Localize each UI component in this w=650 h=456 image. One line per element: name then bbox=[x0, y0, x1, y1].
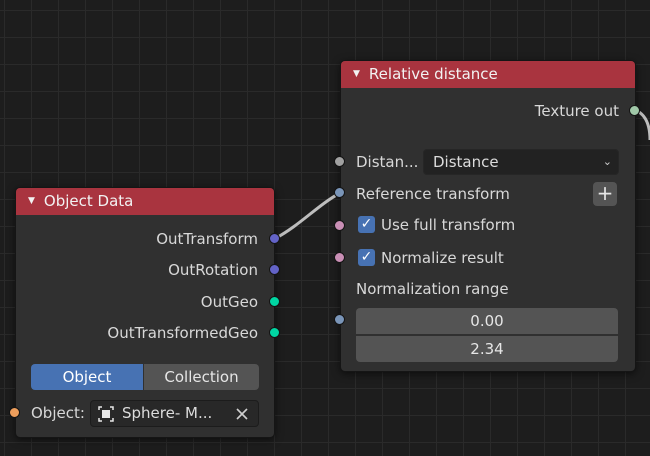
relative-distance-header[interactable]: ▼ Relative distance bbox=[341, 61, 635, 88]
normalization-range-label: Normalization range bbox=[356, 280, 509, 298]
use-full-transform-label: Use full transform bbox=[381, 216, 516, 234]
out-transformed-geo-socket[interactable] bbox=[269, 327, 280, 338]
collapse-arrow-icon[interactable]: ▼ bbox=[28, 188, 35, 215]
distance-select[interactable]: Distance ⌄ bbox=[423, 149, 619, 175]
object-data-header[interactable]: ▼ Object Data bbox=[16, 188, 274, 215]
plus-icon: + bbox=[596, 181, 614, 205]
normalize-result-checkbox[interactable]: ✓ bbox=[358, 249, 375, 266]
relative-distance-title: Relative distance bbox=[368, 65, 498, 83]
object-icon bbox=[98, 406, 114, 422]
normalize-result-label: Normalize result bbox=[381, 249, 504, 267]
checkmark-icon: ✓ bbox=[360, 216, 373, 232]
object-data-title: Object Data bbox=[43, 192, 134, 210]
object-field-value: Sphere- M... bbox=[122, 404, 213, 422]
reference-transform-socket[interactable] bbox=[334, 187, 345, 198]
reference-transform-label: Reference transform bbox=[356, 185, 510, 203]
distance-select-value: Distance bbox=[433, 153, 499, 171]
distance-socket[interactable] bbox=[334, 156, 345, 167]
out-transform-socket[interactable] bbox=[269, 233, 280, 244]
out-rotation-socket[interactable] bbox=[269, 264, 280, 275]
chevron-down-icon: ⌄ bbox=[602, 155, 612, 168]
out-transform-label: OutTransform bbox=[156, 230, 258, 248]
add-reference-button[interactable]: + bbox=[593, 182, 617, 206]
normalization-range-socket[interactable] bbox=[334, 314, 345, 325]
object-label: Object: bbox=[31, 404, 85, 422]
tab-collection[interactable]: Collection bbox=[144, 364, 259, 390]
relative-distance-node[interactable]: ▼ Relative distance Texture out Distan..… bbox=[340, 60, 636, 372]
out-transformed-geo-label: OutTransformedGeo bbox=[107, 324, 258, 342]
out-geo-label: OutGeo bbox=[200, 293, 258, 311]
checkmark-icon: ✓ bbox=[360, 249, 373, 265]
collapse-arrow-icon[interactable]: ▼ bbox=[353, 61, 360, 88]
out-geo-socket[interactable] bbox=[269, 296, 280, 307]
node-editor-canvas[interactable]: ▼ Relative distance Texture out Distan..… bbox=[0, 0, 650, 456]
close-icon[interactable] bbox=[235, 407, 249, 421]
texture-out-label: Texture out bbox=[534, 102, 619, 120]
link-outtransform-to-reference bbox=[275, 191, 341, 240]
normalize-result-socket[interactable] bbox=[334, 252, 345, 263]
range-max-field[interactable]: 2.34 bbox=[356, 336, 618, 362]
range-min-field[interactable]: 0.00 bbox=[356, 308, 618, 334]
object-field[interactable]: Sphere- M... bbox=[90, 400, 259, 427]
distance-label: Distan... bbox=[356, 153, 419, 171]
texture-out-socket[interactable] bbox=[629, 105, 640, 116]
object-data-node[interactable]: ▼ Object Data OutTransform OutRotation O… bbox=[15, 187, 275, 438]
object-input-socket[interactable] bbox=[9, 407, 20, 418]
out-rotation-label: OutRotation bbox=[168, 261, 258, 279]
tab-object[interactable]: Object bbox=[31, 364, 143, 390]
use-full-transform-socket[interactable] bbox=[334, 220, 345, 231]
use-full-transform-checkbox[interactable]: ✓ bbox=[358, 216, 375, 233]
